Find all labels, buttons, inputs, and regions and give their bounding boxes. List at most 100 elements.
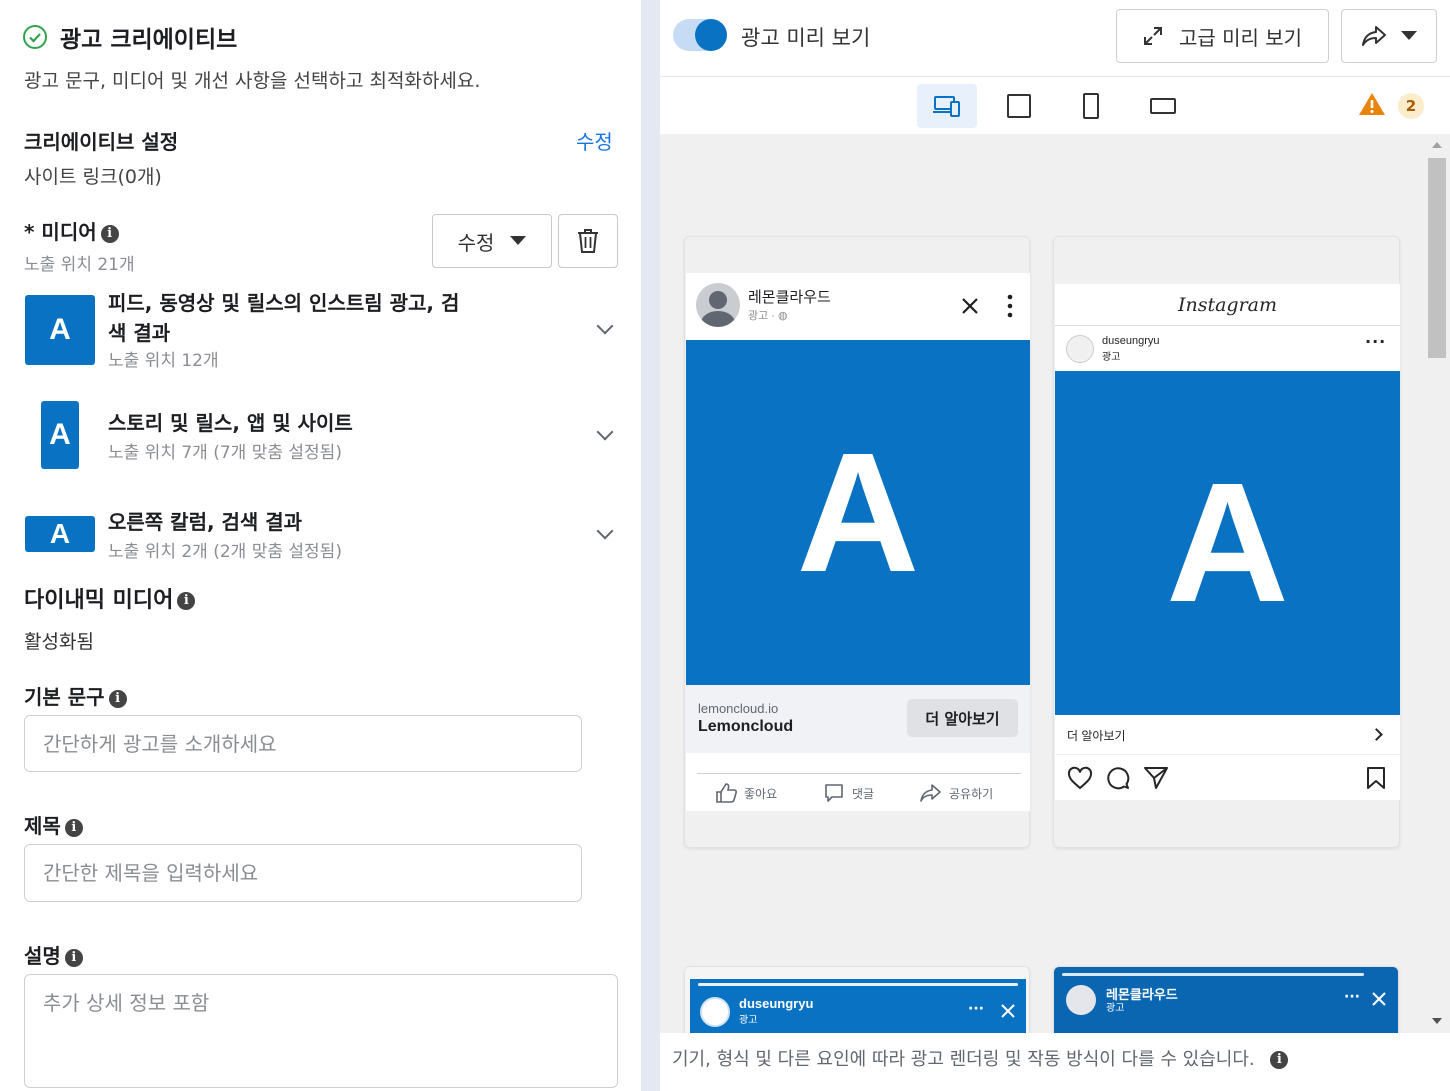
dynamic-media-label: 다이내믹 미디어 i: [24, 582, 196, 614]
instagram-feed-preview[interactable]: Instagram duseungryu 광고 ··· A 더 알아보기: [1053, 236, 1400, 848]
share-button[interactable]: 공유하기: [919, 783, 993, 803]
share-icon: [920, 784, 941, 802]
ig-cta-label: 더 알아보기: [1067, 729, 1126, 743]
facebook-feed-preview[interactable]: 레몬클라우드 광고 · ◍ A lemoncloud.io Lemoncloud…: [684, 236, 1030, 848]
like-button[interactable]: 좋아요: [716, 783, 777, 803]
avatar: [700, 997, 730, 1027]
media-label: * 미디어 i: [24, 216, 119, 245]
story-username: duseungryu: [739, 996, 814, 1011]
more-horizontal-icon[interactable]: ···: [968, 1001, 984, 1017]
preview-footer: 기기, 형식 및 다른 요인에 따라 광고 렌더링 및 작동 방식이 다를 수 …: [660, 1033, 1450, 1091]
section-subtitle: 광고 문구, 미디어 및 개선 사항을 선택하고 최적화하세요.: [24, 70, 481, 92]
story-sponsored-label: 광고: [1106, 1003, 1125, 1014]
story-progress-bar: [1062, 973, 1364, 976]
info-icon[interactable]: i: [108, 689, 127, 708]
footer-note: 기기, 형식 및 다른 요인에 따라 광고 렌더링 및 작동 방식이 다를 수 …: [672, 1049, 1255, 1070]
thumbs-up-icon: [716, 783, 737, 803]
delete-media-button[interactable]: [558, 214, 618, 268]
warning-count-badge: 2: [1398, 93, 1424, 119]
preview-scrollbar[interactable]: [1426, 136, 1448, 1033]
media-edit-label: 수정: [457, 230, 495, 255]
creative-settings-label: 크리에이티브 설정: [24, 130, 179, 154]
close-icon[interactable]: [1001, 1004, 1015, 1018]
section-title: 광고 크리에이티브: [60, 27, 238, 53]
media-edit-dropdown-button[interactable]: 수정: [432, 214, 552, 268]
placement-title: 스토리 및 릴스, 앱 및 사이트: [108, 411, 353, 435]
avatar: [1066, 985, 1096, 1015]
all-devices-tab[interactable]: [917, 84, 977, 128]
headline-input[interactable]: 간단한 제목을 입력하세요: [24, 844, 582, 902]
devices-icon: [933, 96, 960, 117]
info-icon[interactable]: i: [100, 224, 119, 243]
info-icon[interactable]: i: [177, 592, 196, 610]
ig-post-header: duseungryu 광고 ···: [1055, 326, 1400, 371]
vertical-format-icon[interactable]: [1083, 93, 1099, 119]
placement-title: 피드, 동영상 및 릴스의 인스트림 광고, 검색 결과: [108, 291, 460, 345]
more-horizontal-icon[interactable]: ···: [1365, 332, 1386, 351]
chevron-down-icon[interactable]: [596, 317, 614, 335]
close-icon[interactable]: [1372, 992, 1386, 1006]
chevron-right-icon: [1370, 728, 1383, 741]
scrollbar-thumb[interactable]: [1428, 158, 1446, 358]
caret-down-icon: [1401, 31, 1417, 40]
bookmark-icon[interactable]: [1366, 766, 1386, 790]
send-icon[interactable]: [1143, 766, 1169, 790]
avatar: [1066, 335, 1094, 363]
primary-text-label: 기본 문구 i: [24, 681, 127, 710]
share-icon: [1362, 26, 1386, 46]
comment-button[interactable]: 댓글: [824, 783, 874, 803]
link-domain: lemoncloud.io: [698, 701, 779, 716]
dynamic-media-status: 활성화됨: [24, 631, 94, 653]
fb-action-bar: 좋아요 댓글 공유하기: [686, 753, 1030, 811]
placement-thumbnail: A: [25, 516, 95, 552]
more-horizontal-icon[interactable]: ···: [1344, 989, 1360, 1005]
close-icon[interactable]: [961, 297, 979, 315]
primary-text-input[interactable]: 간단하게 광고를 소개하세요: [24, 715, 582, 772]
info-icon[interactable]: i: [64, 948, 83, 967]
comment-icon[interactable]: [1106, 766, 1130, 790]
placement-thumbnail: A: [41, 401, 79, 469]
heart-icon[interactable]: [1067, 766, 1093, 790]
info-icon[interactable]: i: [64, 818, 83, 837]
creative-settings-edit-link[interactable]: 수정: [576, 126, 613, 155]
check-circle-icon: [22, 24, 48, 50]
more-vertical-icon[interactable]: [1007, 294, 1013, 318]
preview-toggle-label: 광고 미리 보기: [741, 26, 871, 50]
preview-panel: 광고 미리 보기 고급 미리 보기 2 레몬클라우드 광고 · ◍ A lemo…: [660, 0, 1450, 1091]
share-dropdown-button[interactable]: [1341, 9, 1437, 63]
panel-divider: [641, 0, 660, 1091]
chevron-down-icon[interactable]: [596, 423, 614, 441]
fb-link-bar[interactable]: lemoncloud.io Lemoncloud 더 알아보기: [686, 685, 1030, 753]
chevron-down-icon[interactable]: [596, 522, 614, 540]
cta-button[interactable]: 더 알아보기: [907, 699, 1018, 737]
warning-icon[interactable]: [1358, 92, 1386, 116]
placement-subtitle: 노출 위치 2개 (2개 맞춤 설정됨): [108, 542, 342, 562]
story-sponsored-label: 광고: [739, 1015, 758, 1026]
placement-title: 오른쪽 칼럼, 검색 결과: [108, 510, 303, 534]
globe-icon: ◍: [778, 310, 788, 322]
scroll-down-arrow[interactable]: [1432, 1018, 1442, 1024]
link-brand: Lemoncloud: [698, 718, 794, 735]
advanced-preview-label: 고급 미리 보기: [1178, 25, 1303, 50]
square-format-icon[interactable]: [1007, 94, 1031, 120]
sponsored-label: 광고 · ◍: [748, 310, 788, 322]
ad-creative-image: A: [686, 340, 1030, 685]
avatar: [696, 283, 740, 327]
comment-icon: [825, 784, 843, 802]
scroll-up-arrow[interactable]: [1432, 142, 1442, 148]
instagram-logo: Instagram: [1177, 294, 1278, 316]
horizontal-format-icon[interactable]: [1150, 98, 1176, 114]
description-textarea[interactable]: 추가 상세 정보 포함: [24, 974, 618, 1088]
advanced-preview-button[interactable]: 고급 미리 보기: [1116, 9, 1329, 63]
ig-header: Instagram: [1055, 284, 1400, 326]
caret-down-icon: [510, 236, 527, 245]
expand-icon: [1143, 27, 1162, 45]
description-label: 설명 i: [24, 940, 83, 969]
info-icon[interactable]: i: [1270, 1051, 1289, 1069]
preview-toggle[interactable]: [673, 19, 727, 51]
site-links-text: 사이트 링크(0개): [24, 166, 162, 188]
ig-sponsored-label: 광고: [1102, 352, 1121, 363]
ig-action-bar: [1055, 755, 1400, 800]
story-progress-bar: [698, 983, 1018, 986]
ig-cta-bar[interactable]: 더 알아보기: [1055, 715, 1400, 755]
